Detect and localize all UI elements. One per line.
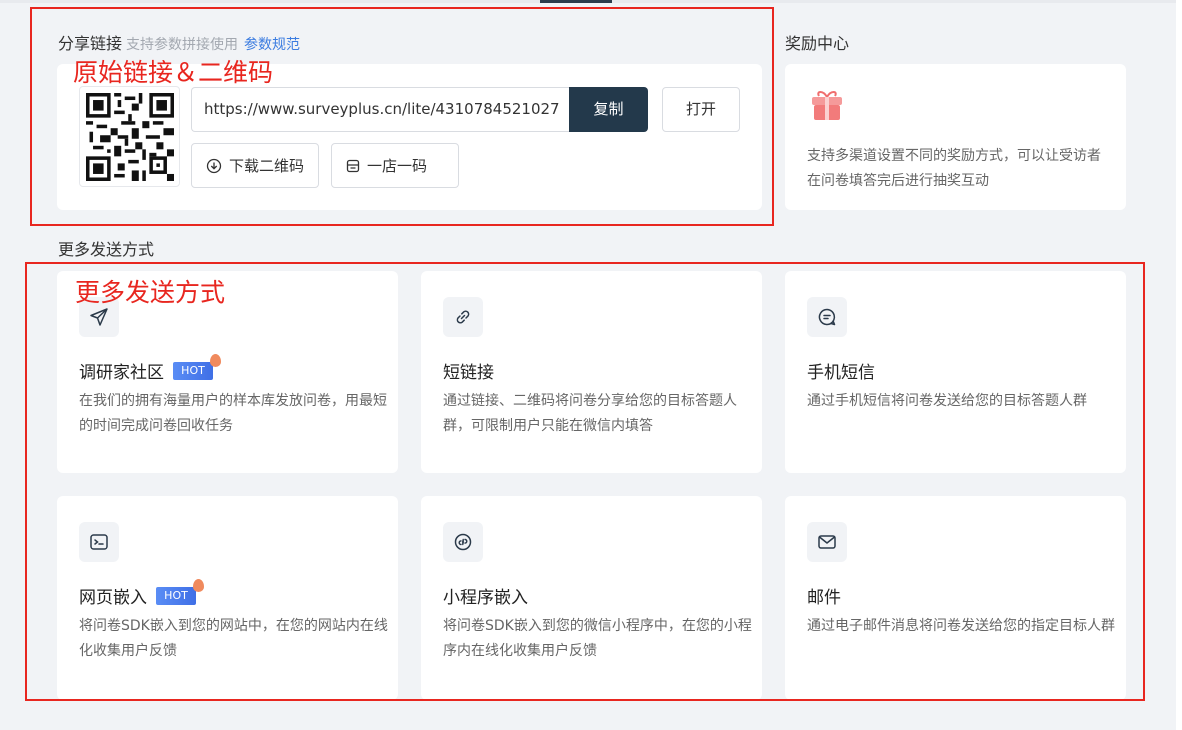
active-tab-indicator [540,0,612,3]
more-methods-title: 更多发送方式 [58,240,155,259]
scrollbar-track[interactable] [1176,0,1182,730]
annotation-box-share [30,7,774,226]
gift-icon [812,91,842,120]
annotation-label-share: 原始链接＆二维码 [73,58,274,87]
reward-section-title: 奖励中心 [785,34,850,53]
annotation-label-more: 更多发送方式 [75,278,226,307]
top-tab-indicator-bar [0,0,1182,3]
reward-card[interactable]: 支持多渠道设置不同的奖励方式，可以让受访者在问卷填答完后进行抽奖互动 [785,64,1126,210]
reward-description: 支持多渠道设置不同的奖励方式，可以让受访者在问卷填答完后进行抽奖互动 [807,148,1101,189]
annotation-box-more [25,262,1145,701]
